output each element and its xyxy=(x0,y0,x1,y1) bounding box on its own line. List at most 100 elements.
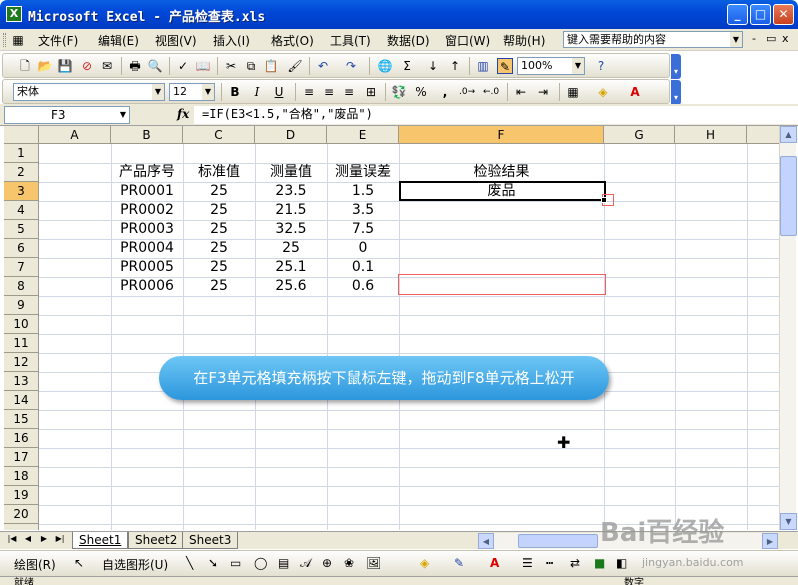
line-icon[interactable]: ╲ xyxy=(186,556,193,570)
cell-b5[interactable]: PR0003 xyxy=(111,220,183,239)
wordart-icon[interactable]: 𝒜 xyxy=(300,556,311,571)
prev-sheet-icon[interactable]: ◀ xyxy=(22,534,34,543)
print-preview-icon[interactable]: 🔍 xyxy=(147,58,163,74)
mdi-restore-button[interactable]: ▭ xyxy=(766,32,776,45)
cell-f4[interactable] xyxy=(399,201,604,220)
formula-input[interactable]: =IF(E3<1.5,"合格","废品") xyxy=(194,106,798,124)
help-search-input[interactable]: 键入需要帮助的内容 ▼ xyxy=(563,31,743,48)
paste-icon[interactable]: 📋 xyxy=(263,58,279,74)
decrease-indent-icon[interactable]: ⇤ xyxy=(513,84,529,100)
borders-icon[interactable]: ▦ xyxy=(565,84,581,100)
cell-f6[interactable] xyxy=(399,239,604,258)
cell-c7[interactable]: 25 xyxy=(183,258,255,277)
column-header-c[interactable]: C xyxy=(183,126,255,144)
cell-f2[interactable]: 检验结果 xyxy=(399,163,604,182)
row-header-19[interactable]: 19 xyxy=(4,486,39,505)
column-header-h[interactable]: H xyxy=(675,126,747,144)
mdi-close-button[interactable]: x xyxy=(782,32,789,45)
open-icon[interactable]: 📂 xyxy=(37,58,53,74)
menu-file[interactable]: 文件(F) xyxy=(38,32,78,49)
cell-e3[interactable]: 1.5 xyxy=(327,182,399,201)
cell-c2[interactable]: 标准值 xyxy=(183,163,255,182)
close-button[interactable]: ✕ xyxy=(773,4,794,25)
row-header-11[interactable]: 11 xyxy=(4,334,39,353)
font-size-select[interactable]: 12 ▼ xyxy=(169,83,215,101)
currency-icon[interactable]: 💱 xyxy=(391,84,407,100)
help-icon[interactable]: ? xyxy=(593,58,609,74)
cell-d5[interactable]: 32.5 xyxy=(255,220,327,239)
research-icon[interactable]: 📖 xyxy=(195,58,211,74)
spelling-icon[interactable]: ✓ xyxy=(175,58,191,74)
fill-color-icon[interactable]: ◈ xyxy=(595,84,611,100)
drawing-icon[interactable]: ✎ xyxy=(497,58,513,74)
dash-style-icon[interactable]: ┅ xyxy=(546,556,553,570)
cell-e4[interactable]: 3.5 xyxy=(327,201,399,220)
sheet-tab-sheet1[interactable]: Sheet1 xyxy=(72,532,129,549)
clipart-icon[interactable]: ❀ xyxy=(344,556,354,570)
chevron-down-icon[interactable]: ▼ xyxy=(202,84,214,100)
draw-menu-button[interactable]: 绘图(R) xyxy=(14,556,56,573)
cell-b8[interactable]: PR0006 xyxy=(111,277,183,296)
column-header-a[interactable]: A xyxy=(39,126,111,144)
save-icon[interactable]: 💾 xyxy=(57,58,73,74)
column-header-d[interactable]: D xyxy=(255,126,327,144)
decrease-decimal-icon[interactable]: ←.0 xyxy=(483,84,499,100)
menu-insert[interactable]: 插入(I) xyxy=(213,32,250,49)
menu-help[interactable]: 帮助(H) xyxy=(503,32,545,49)
textbox-icon[interactable]: ▤ xyxy=(278,556,289,570)
row-header-9[interactable]: 9 xyxy=(4,296,39,315)
arrow-icon[interactable]: ➘ xyxy=(208,556,218,570)
row-header-3[interactable]: 3 xyxy=(4,182,39,201)
cell-d7[interactable]: 25.1 xyxy=(255,258,327,277)
row-header-10[interactable]: 10 xyxy=(4,315,39,334)
sort-descending-icon[interactable]: ↑ xyxy=(447,58,463,74)
align-center-icon[interactable]: ≡ xyxy=(321,84,337,100)
email-icon[interactable]: ✉ xyxy=(99,58,115,74)
column-header-f[interactable]: F xyxy=(399,126,604,144)
fill-handle[interactable] xyxy=(601,197,607,203)
worksheet-grid[interactable]: A B C D E F G H 1 2 3 4 5 6 7 8 9 10 11 … xyxy=(4,126,779,530)
mdi-minimize-button[interactable]: - xyxy=(752,32,756,45)
copy-icon[interactable]: ⧉ xyxy=(243,58,259,74)
font-name-select[interactable]: 宋体 ▼ xyxy=(13,83,165,101)
row-header-5[interactable]: 5 xyxy=(4,220,39,239)
row-header-2[interactable]: 2 xyxy=(4,163,39,182)
menu-tools[interactable]: 工具(T) xyxy=(330,32,371,49)
menu-data[interactable]: 数据(D) xyxy=(387,32,430,49)
print-icon[interactable]: 🖶 xyxy=(127,58,143,74)
toolbar-options-icon[interactable]: ▾ xyxy=(671,80,681,105)
row-header-4[interactable]: 4 xyxy=(4,201,39,220)
fill-color-icon[interactable]: ◈ xyxy=(420,556,429,570)
minimize-button[interactable]: _ xyxy=(727,4,748,25)
insert-function-icon[interactable]: fx xyxy=(177,107,189,121)
oval-icon[interactable]: ◯ xyxy=(254,556,267,570)
rectangle-icon[interactable]: ▭ xyxy=(230,556,241,570)
cell-e2[interactable]: 测量误差 xyxy=(327,163,399,182)
cell-d6[interactable]: 25 xyxy=(255,239,327,258)
first-sheet-icon[interactable]: |◀ xyxy=(6,534,18,543)
menu-grip[interactable] xyxy=(3,33,6,47)
row-header-13[interactable]: 13 xyxy=(4,372,39,391)
cell-b3[interactable]: PR0001 xyxy=(111,182,183,201)
chevron-down-icon[interactable]: ▼ xyxy=(572,58,584,74)
row-header-14[interactable]: 14 xyxy=(4,391,39,410)
row-header-1[interactable]: 1 xyxy=(4,144,39,163)
undo-icon[interactable]: ↶ xyxy=(315,58,331,74)
hyperlink-icon[interactable]: 🌐 xyxy=(377,58,393,74)
menu-edit[interactable]: 编辑(E) xyxy=(98,32,139,49)
cell-b6[interactable]: PR0004 xyxy=(111,239,183,258)
bold-button[interactable]: B xyxy=(227,84,243,100)
cell-d4[interactable]: 21.5 xyxy=(255,201,327,220)
diagram-icon[interactable]: ⊕ xyxy=(322,556,332,570)
cell-e8[interactable]: 0.6 xyxy=(327,277,399,296)
font-color-icon[interactable]: A xyxy=(627,84,643,100)
chart-wizard-icon[interactable]: ▥ xyxy=(475,58,491,74)
italic-button[interactable]: I xyxy=(249,84,265,100)
chevron-down-icon[interactable]: ▼ xyxy=(730,32,742,47)
sheet-tab-sheet3[interactable]: Sheet3 xyxy=(182,532,239,549)
scroll-left-icon[interactable]: ◀ xyxy=(478,533,494,549)
excel-app-icon[interactable]: X xyxy=(6,6,22,22)
cell-c3[interactable]: 25 xyxy=(183,182,255,201)
format-painter-icon[interactable]: 🖌 xyxy=(287,58,303,74)
permission-icon[interactable]: ⊘ xyxy=(79,58,95,74)
